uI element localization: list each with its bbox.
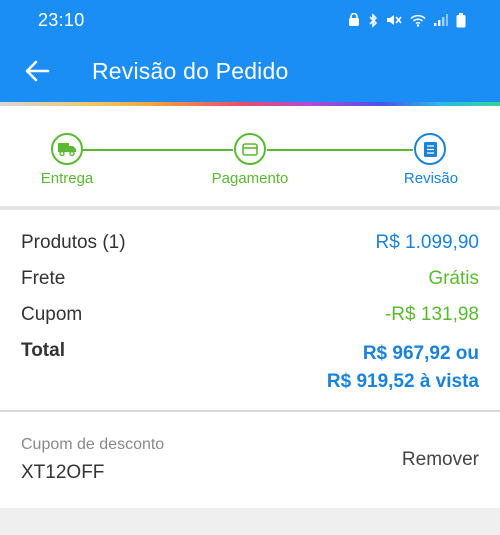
signal-icon (434, 14, 448, 26)
checkout-stepper: Entrega Pagamento Revisão (0, 106, 500, 206)
coupon-label: Cupom (21, 304, 83, 325)
shipping-value: Grátis (428, 268, 479, 289)
truck-icon (58, 143, 76, 156)
step-label-delivery: Entrega (40, 170, 94, 187)
status-icons (348, 12, 466, 28)
step-label-review: Revisão (403, 170, 459, 187)
page-title: Revisão do Pedido (92, 57, 289, 84)
total-label: Total (21, 340, 65, 361)
products-label: Produtos (1) (21, 232, 126, 253)
total-value-cash: R$ 919,52 à vista (326, 371, 479, 392)
step-connector (267, 149, 413, 151)
total-value: R$ 967,92 ou R$ 919,52 à vista (327, 340, 479, 396)
bluetooth-icon (369, 12, 378, 28)
summary-row-total: Total R$ 967,92 ou R$ 919,52 à vista (21, 340, 479, 396)
document-icon (423, 141, 437, 157)
coupon-value: -R$ 131,98 (384, 304, 479, 325)
order-summary: Produtos (1) R$ 1.099,90 Frete Grátis Cu… (0, 210, 500, 410)
arrow-back-icon (25, 60, 50, 82)
status-time: 23:10 (38, 9, 85, 30)
status-bar: 23:10 (0, 0, 500, 40)
summary-row-coupon: Cupom -R$ 131,98 (21, 304, 479, 340)
step-review[interactable] (414, 133, 446, 165)
battery-icon (456, 12, 466, 27)
summary-row-shipping: Frete Grátis (21, 268, 479, 304)
step-payment[interactable] (234, 133, 266, 165)
step-connector (83, 149, 233, 151)
remove-coupon-button[interactable]: Remover (402, 449, 479, 471)
summary-row-products: Produtos (1) R$ 1.099,90 (21, 232, 479, 268)
card-icon (242, 142, 258, 156)
step-label-payment: Pagamento (211, 170, 289, 187)
app-bar: Revisão do Pedido (0, 40, 500, 102)
mute-icon (387, 15, 402, 25)
total-value-installments: R$ 967,92 ou (362, 343, 479, 364)
wifi-icon (410, 14, 426, 27)
back-button[interactable] (22, 56, 52, 86)
discount-coupon-section: Cupom de desconto XT12OFF Remover (0, 412, 500, 508)
lock-icon (349, 13, 359, 26)
shipping-label: Frete (21, 268, 66, 289)
step-delivery[interactable] (51, 133, 83, 165)
products-value: R$ 1.099,90 (375, 232, 479, 253)
